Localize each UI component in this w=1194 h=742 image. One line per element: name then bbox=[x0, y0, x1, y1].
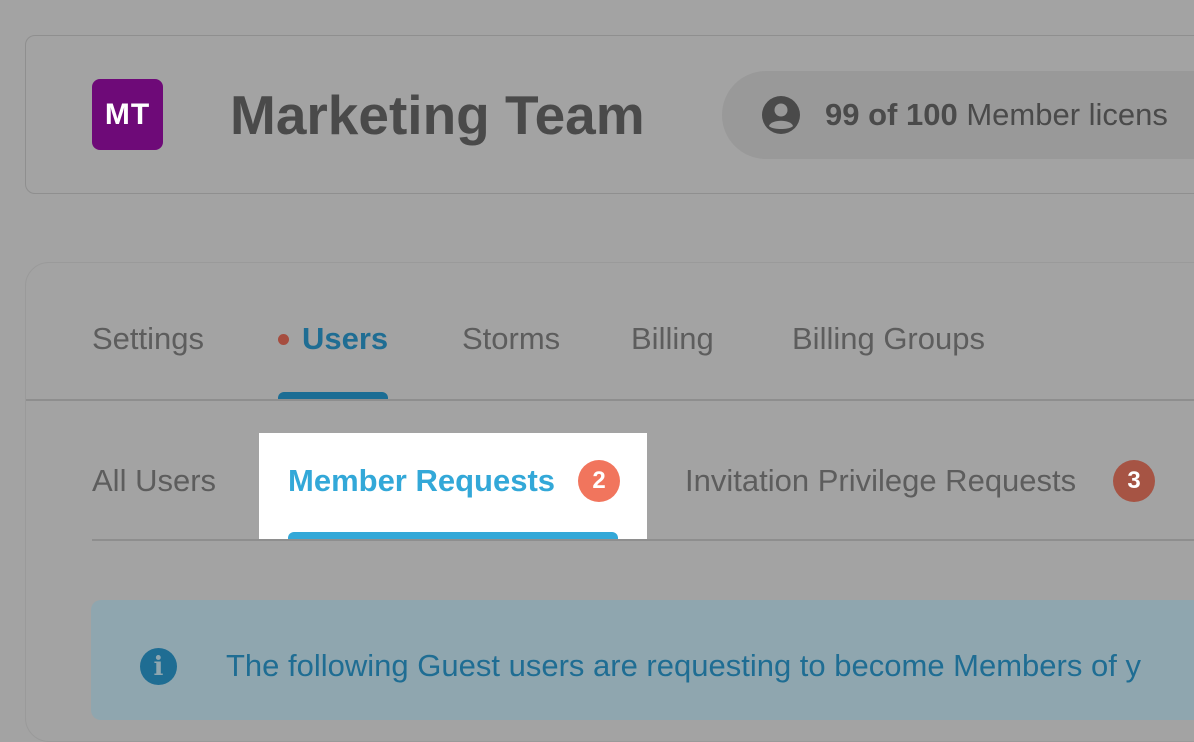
page-title: Marketing Team bbox=[230, 84, 645, 146]
tab-storms[interactable]: Storms bbox=[462, 318, 560, 360]
info-banner-text: The following Guest users are requesting… bbox=[226, 648, 1141, 683]
license-label: Member licens bbox=[966, 97, 1168, 132]
license-usage-text: 99 of 100 Member licens bbox=[825, 96, 1168, 134]
user-circle-icon bbox=[762, 96, 800, 134]
subtab-invitation-privilege-requests[interactable]: Invitation Privilege Requests bbox=[685, 460, 1076, 502]
tab-billing-groups[interactable]: Billing Groups bbox=[792, 318, 985, 360]
member-requests-badge: 2 bbox=[578, 460, 620, 502]
tab-users[interactable]: Users bbox=[302, 318, 388, 360]
subtab-all-users[interactable]: All Users bbox=[92, 460, 216, 502]
info-icon: i bbox=[140, 648, 177, 685]
users-notification-dot bbox=[278, 334, 289, 345]
subtab-member-requests[interactable]: Member Requests bbox=[288, 460, 555, 502]
tab-settings[interactable]: Settings bbox=[92, 318, 204, 360]
license-count: 99 of 100 bbox=[825, 97, 958, 132]
subtab-bar-divider bbox=[92, 539, 1194, 541]
invitation-requests-badge: 3 bbox=[1113, 460, 1155, 502]
team-avatar: MT bbox=[92, 79, 163, 150]
tab-billing[interactable]: Billing bbox=[631, 318, 714, 360]
tab-bar-divider bbox=[26, 399, 1194, 401]
